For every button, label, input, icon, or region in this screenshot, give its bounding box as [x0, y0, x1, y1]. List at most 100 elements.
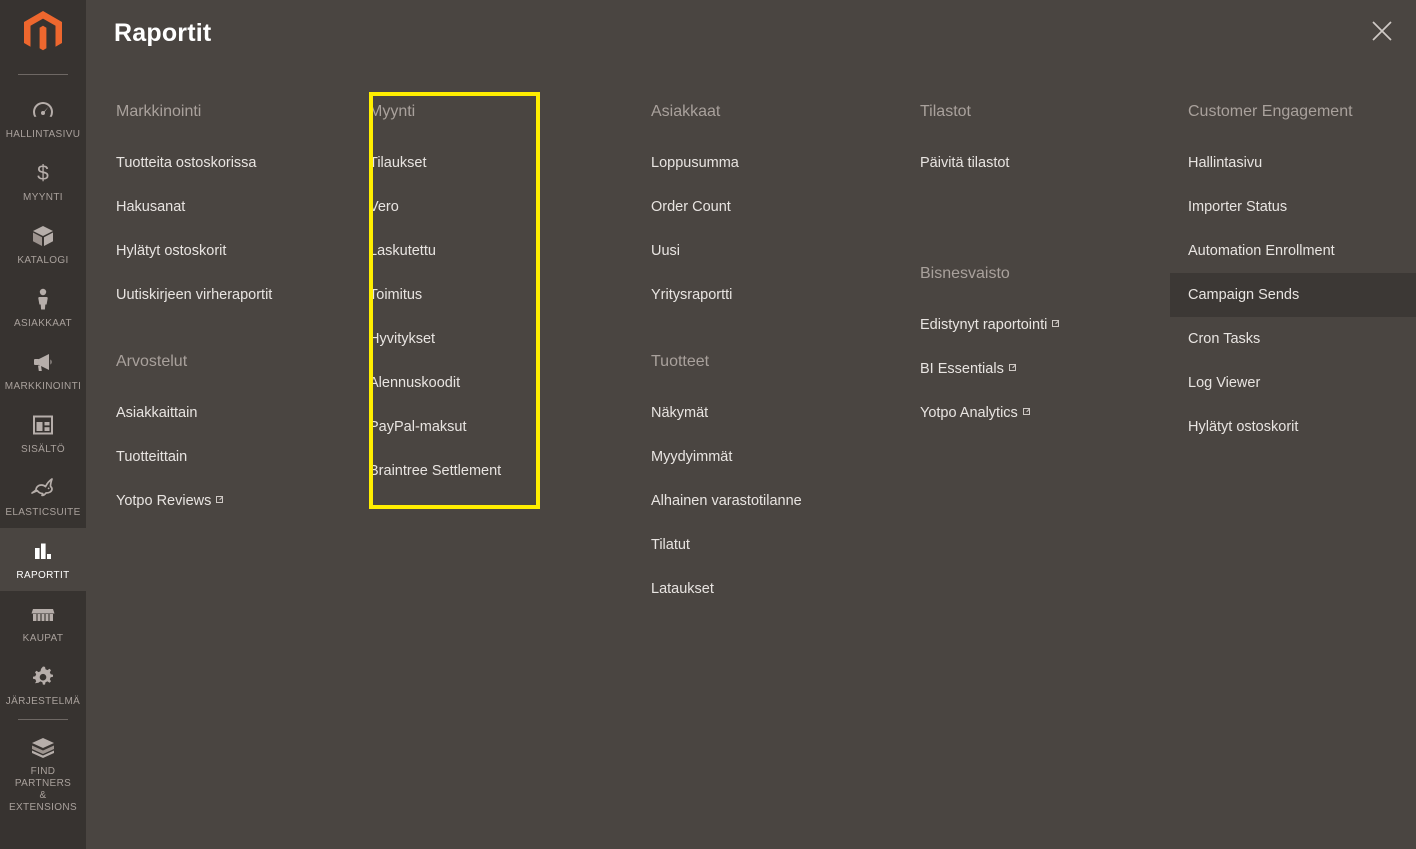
menu-item-label: Myydyimmät [651, 449, 733, 465]
sidebar-item-label: ELASTICSUITE [5, 507, 81, 518]
menu-item-label: Automation Enrollment [1188, 243, 1335, 259]
sidebar-item-elasticsuite[interactable]: ELASTICSUITE [0, 465, 86, 528]
menu-item-label: Alhainen varastotilanne [651, 493, 802, 509]
menu-item-label: Uusi [651, 243, 681, 259]
menu-item-log-viewer[interactable]: Log Viewer [1170, 361, 1416, 405]
group-title: Tilastot [920, 103, 971, 120]
menu-item-tuotteittain[interactable]: Tuotteittain [116, 435, 366, 479]
menu-item-label: Edistynyt raportointi [920, 317, 1048, 333]
menu-item-tilaukset[interactable]: Tilaukset [369, 141, 619, 185]
menu-item-label: Uutiskirjeen virheraportit [116, 287, 273, 303]
megaphone-icon [31, 350, 55, 374]
group-title: Customer Engagement [1188, 103, 1353, 120]
menu-item-tuotteita-ostoskorissa[interactable]: Tuotteita ostoskorissa [116, 141, 366, 185]
menu-item-braintree-settlement[interactable]: Braintree Settlement [369, 449, 619, 493]
menu-item-importer-status[interactable]: Importer Status [1170, 185, 1416, 229]
menu-group-bisnesvaisto: Bisnesvaisto Edistynyt raportointi BI Es… [920, 229, 1170, 435]
menu-group-markkinointi: Markkinointi Tuotteita ostoskorissa Haku… [116, 64, 366, 317]
sidebar-item-sisalto[interactable]: SISÄLTÖ [0, 402, 86, 465]
menu-item-paivita-tilastot[interactable]: Päivitä tilastot [920, 141, 1170, 185]
reports-menu-screen: HALLINTASIVU $ MYYNTI KATALOGI ASIAKKAAT [0, 0, 1416, 849]
menu-item-uutiskirjeen-virheraportit[interactable]: Uutiskirjeen virheraportit [116, 273, 366, 317]
menu-item-label: Alennuskoodit [369, 375, 461, 391]
menu-item-label: Braintree Settlement [369, 463, 502, 479]
admin-sidebar: HALLINTASIVU $ MYYNTI KATALOGI ASIAKKAAT [0, 0, 86, 849]
menu-group-customer-engagement: Customer Engagement Hallintasivu Importe… [1170, 64, 1416, 449]
menu-item-asiakkaittain[interactable]: Asiakkaittain [116, 391, 366, 435]
menu-item-label: PayPal-maksut [369, 419, 467, 435]
page-title: Raportit [114, 19, 212, 47]
external-link-icon [1022, 408, 1030, 415]
menu-item-campaign-sends[interactable]: Campaign Sends [1170, 273, 1416, 317]
sidebar-item-find-partners[interactable]: FIND PARTNERS & EXTENSIONS [0, 724, 86, 823]
menu-item-vero[interactable]: Vero [369, 185, 619, 229]
bar-chart-icon [31, 539, 55, 563]
menu-item-hylatyt-ostoskorit[interactable]: Hylätyt ostoskorit [116, 229, 366, 273]
menu-item-yritysraportti[interactable]: Yritysraportti [651, 273, 901, 317]
magento-logo-icon[interactable] [0, 0, 86, 64]
sidebar-item-myynti[interactable]: $ MYYNTI [0, 150, 86, 213]
menu-item-label: Importer Status [1188, 199, 1288, 215]
sidebar-item-katalogi[interactable]: KATALOGI [0, 213, 86, 276]
person-icon [31, 287, 55, 311]
gear-icon [31, 665, 55, 689]
menu-item-nakymat[interactable]: Näkymät [651, 391, 901, 435]
menu-column-myynti: Myynti Tilaukset Vero Laskutettu Toimitu… [369, 64, 619, 493]
menu-column-customer-engagement: Customer Engagement Hallintasivu Importe… [1170, 64, 1416, 449]
close-icon[interactable] [1362, 11, 1402, 51]
menu-item-order-count[interactable]: Order Count [651, 185, 901, 229]
sidebar-item-label: SISÄLTÖ [21, 444, 65, 455]
menu-item-label: Hylätyt ostoskorit [116, 243, 227, 259]
menu-item-yotpo-reviews[interactable]: Yotpo Reviews [116, 479, 366, 523]
menu-column-markkinointi: Markkinointi Tuotteita ostoskorissa Haku… [116, 64, 366, 523]
menu-group-arvostelut: Arvostelut Asiakkaittain Tuotteittain Yo… [116, 317, 366, 523]
menu-item-laskutettu[interactable]: Laskutettu [369, 229, 619, 273]
menu-item-paypal-maksut[interactable]: PayPal-maksut [369, 405, 619, 449]
menu-item-label: Log Viewer [1188, 375, 1261, 391]
sidebar-item-asiakkaat[interactable]: ASIAKKAAT [0, 276, 86, 339]
menu-item-lataukset[interactable]: Lataukset [651, 567, 901, 611]
external-link-icon [1008, 364, 1016, 371]
sidebar-item-label: RAPORTIT [16, 570, 70, 581]
menu-item-alennuskoodit[interactable]: Alennuskoodit [369, 361, 619, 405]
menu-item-hyvitykset[interactable]: Hyvitykset [369, 317, 619, 361]
sidebar-divider-bottom [18, 719, 68, 720]
sidebar-item-label: FIND PARTNERS & EXTENSIONS [9, 766, 77, 813]
menu-item-label: Asiakkaittain [116, 405, 198, 421]
menu-item-cron-tasks[interactable]: Cron Tasks [1170, 317, 1416, 361]
menu-item-label: Tilaukset [369, 155, 427, 171]
menu-item-toimitus[interactable]: Toimitus [369, 273, 619, 317]
menu-item-label: Yritysraportti [651, 287, 733, 303]
svg-text:$: $ [37, 162, 49, 185]
menu-item-bi-essentials[interactable]: BI Essentials [920, 347, 1170, 391]
sidebar-item-label: HALLINTASIVU [5, 129, 81, 140]
sidebar-item-raportit[interactable]: RAPORTIT [0, 528, 86, 591]
menu-item-hakusanat[interactable]: Hakusanat [116, 185, 366, 229]
sidebar-item-label: KAUPAT [22, 633, 64, 644]
sidebar-item-kaupat[interactable]: KAUPAT [0, 591, 86, 654]
sidebar-item-hallintasivu[interactable]: HALLINTASIVU [0, 87, 86, 150]
sidebar-item-jarjestelma[interactable]: JÄRJESTELMÄ [0, 654, 86, 717]
menu-item-uusi[interactable]: Uusi [651, 229, 901, 273]
storefront-icon [30, 602, 56, 626]
menu-item-label: Toimitus [369, 287, 423, 303]
menu-group-asiakkaat: Asiakkaat Loppusumma Order Count Uusi Yr… [651, 64, 901, 317]
menu-item-myydyimmat[interactable]: Myydyimmät [651, 435, 901, 479]
menu-item-label: Laskutettu [369, 243, 436, 259]
sidebar-item-label: JÄRJESTELMÄ [5, 696, 81, 707]
menu-item-edistynyt-raportointi[interactable]: Edistynyt raportointi [920, 303, 1170, 347]
menu-item-hallintasivu[interactable]: Hallintasivu [1170, 141, 1416, 185]
menu-item-hylatyt-ostoskorit-ce[interactable]: Hylätyt ostoskorit [1170, 405, 1416, 449]
menu-item-tilatut[interactable]: Tilatut [651, 523, 901, 567]
dashboard-gauge-icon [31, 98, 55, 122]
rabbit-icon [30, 476, 56, 500]
menu-item-alhainen-varastotilanne[interactable]: Alhainen varastotilanne [651, 479, 901, 523]
menu-item-automation-enrollment[interactable]: Automation Enrollment [1170, 229, 1416, 273]
sidebar-item-markkinointi[interactable]: MARKKINOINTI [0, 339, 86, 402]
dollar-sign-icon: $ [31, 161, 55, 185]
sidebar-item-label: KATALOGI [17, 255, 69, 266]
panel-topbar: Raportit [86, 0, 1416, 64]
menu-item-yotpo-analytics[interactable]: Yotpo Analytics [920, 391, 1170, 435]
menu-item-label: Yotpo Analytics [920, 405, 1018, 421]
menu-item-loppusumma[interactable]: Loppusumma [651, 141, 901, 185]
